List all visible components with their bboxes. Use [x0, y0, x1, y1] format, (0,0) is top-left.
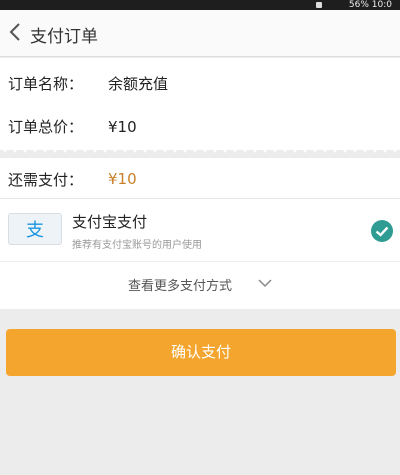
alipay-logo-icon: 支	[8, 213, 62, 245]
order-name-row: 订单名称： 余额充值	[8, 73, 168, 94]
nav-bar: 支付订单	[0, 10, 400, 57]
order-name-label: 订单名称：	[8, 75, 84, 93]
order-summary-card: 订单名称： 余额充值 订单总价： ¥10	[0, 58, 400, 150]
amount-due-value: ¥10	[108, 170, 137, 188]
order-price-label: 订单总价：	[8, 118, 84, 136]
more-payment-methods-label: 查看更多支付方式	[128, 279, 233, 294]
payment-method-description: 推荐有支付宝账号的用户使用	[72, 240, 202, 251]
amount-due-label: 还需支付：	[8, 171, 84, 189]
more-payment-methods-toggle[interactable]: 查看更多支付方式	[0, 261, 400, 305]
order-name-value: 余额充值	[108, 75, 169, 93]
status-bar: 56% 10:0	[0, 0, 400, 10]
check-circle-icon[interactable]	[370, 219, 394, 243]
signal-icon	[316, 2, 322, 8]
payment-option-alipay[interactable]: 支 支付宝支付 推荐有支付宝账号的用户使用	[0, 199, 400, 262]
amount-due-row: 还需支付： ¥10	[0, 158, 400, 199]
chevron-down-icon	[258, 279, 272, 288]
back-arrow-icon[interactable]	[4, 20, 28, 44]
alipay-logo-text: 支	[26, 220, 44, 241]
payment-method-name: 支付宝支付	[72, 213, 148, 231]
order-price-value: ¥10	[108, 118, 137, 136]
order-price-row: 订单总价： ¥10	[8, 116, 137, 137]
payment-method-card: 支 支付宝支付 推荐有支付宝账号的用户使用 查看更多支付方式	[0, 199, 400, 309]
receipt-tear-edge	[0, 145, 400, 153]
confirm-payment-button[interactable]: 确认支付	[6, 329, 396, 376]
status-text: 56% 10:0	[348, 0, 392, 10]
page-title: 支付订单	[30, 27, 98, 47]
